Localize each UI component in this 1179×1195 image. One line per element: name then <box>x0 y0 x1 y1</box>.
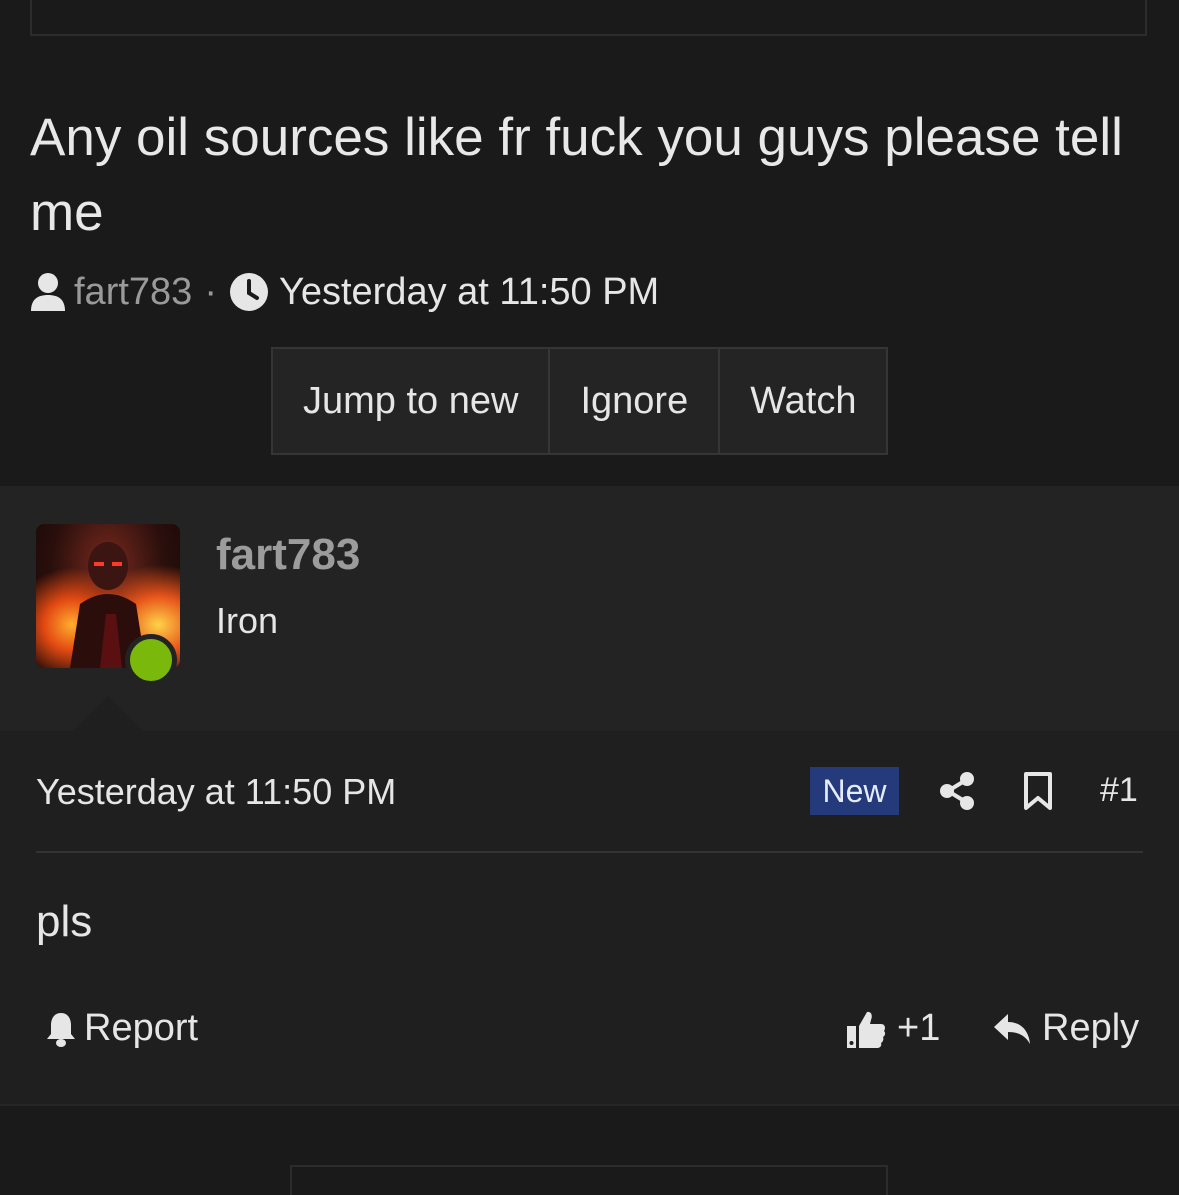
reply-label: Reply <box>1042 1007 1140 1049</box>
jump-to-new-button[interactable]: Jump to new <box>273 349 551 453</box>
bell-icon <box>47 1012 75 1047</box>
thread-meta: fart783 · Yesterday at 11:50 PM <box>30 268 659 316</box>
post-number-link[interactable]: #1 <box>1100 771 1138 810</box>
bookmark-icon[interactable] <box>1022 771 1054 811</box>
clock-icon <box>229 273 268 311</box>
meta-separator: · <box>204 270 217 313</box>
like-count: +1 <box>897 1007 941 1049</box>
thread-actions: Jump to new Ignore Watch <box>271 347 889 455</box>
previous-panel-border <box>30 0 1147 36</box>
thread-time[interactable]: Yesterday at 11:50 PM <box>279 271 659 314</box>
reply-button[interactable]: Reply <box>992 1007 1139 1050</box>
share-icon[interactable] <box>938 771 976 811</box>
next-panel-border <box>290 1165 888 1195</box>
ignore-button[interactable]: Ignore <box>550 349 721 453</box>
watch-button[interactable]: Watch <box>720 349 886 453</box>
post-divider <box>36 851 1143 853</box>
user-arrow <box>72 696 144 732</box>
report-button[interactable]: Report <box>44 1007 198 1050</box>
reply-arrow-icon <box>994 1013 1030 1044</box>
new-badge: New <box>810 767 899 815</box>
post-container: Yesterday at 11:50 PM New #1 pls Report … <box>0 731 1179 1106</box>
online-status-indicator <box>125 634 177 686</box>
thread-title: Any oil sources like fr fuck you guys pl… <box>30 108 1123 242</box>
thumbs-up-icon <box>847 1011 886 1048</box>
user-title: Iron <box>216 600 279 641</box>
thread-author-link[interactable]: fart783 <box>74 271 192 314</box>
report-label: Report <box>84 1007 199 1049</box>
post-date[interactable]: Yesterday at 11:50 PM <box>36 771 396 813</box>
post-username[interactable]: fart783 <box>216 530 360 580</box>
post-body: pls <box>36 897 93 946</box>
user-icon <box>31 273 65 311</box>
like-button[interactable]: +1 <box>845 1007 940 1050</box>
